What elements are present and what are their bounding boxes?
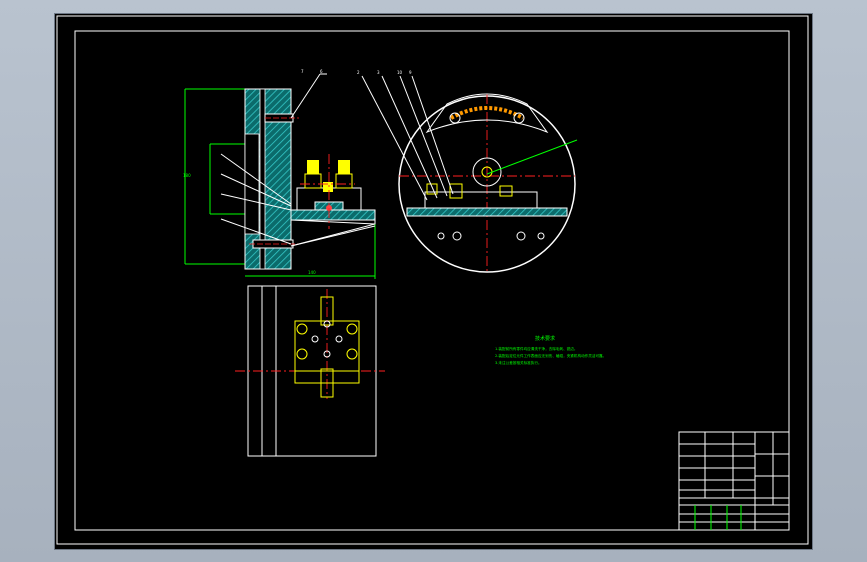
- fixture-assembly-drawing: 180 140 7 6 2 3 10 9 技术要求 1.装配前所有零件均应清洗干…: [56, 15, 809, 545]
- svg-text:9: 9: [409, 70, 412, 75]
- technical-note-line: 3.未注公差按相关标准执行。: [495, 360, 542, 365]
- title-block: [678, 431, 790, 531]
- svg-text:7: 7: [301, 69, 304, 74]
- svg-text:3: 3: [377, 70, 380, 75]
- top-view: [235, 285, 385, 457]
- technical-notes: 技术要求 1.装配前所有零件均应清洗干净，去除毛刺、锐边。 2.装配后定位元件工…: [495, 335, 606, 365]
- technical-note-line: 1.装配前所有零件均应清洗干净，去除毛刺、锐边。: [495, 346, 578, 351]
- front-view: 180 140 7 6: [183, 69, 376, 279]
- sheet-outer-border: [56, 15, 809, 545]
- svg-text:2: 2: [357, 70, 360, 75]
- cad-viewport[interactable]: 180 140 7 6 2 3 10 9 技术要求 1.装配前所有零件均应清洗干…: [55, 14, 812, 549]
- dim-label-width: 140: [308, 270, 316, 275]
- dim-label-height: 180: [183, 173, 191, 178]
- technical-note-line: 2.装配后定位元件工作表面应无划伤、磕碰，夹紧机构动作灵活可靠。: [495, 353, 606, 358]
- sheet-inner-border: [74, 30, 790, 531]
- side-view: 2 3 10 9: [357, 70, 578, 273]
- svg-text:6: 6: [320, 69, 323, 74]
- technical-notes-title: 技术要求: [535, 335, 555, 342]
- svg-text:10: 10: [397, 70, 403, 75]
